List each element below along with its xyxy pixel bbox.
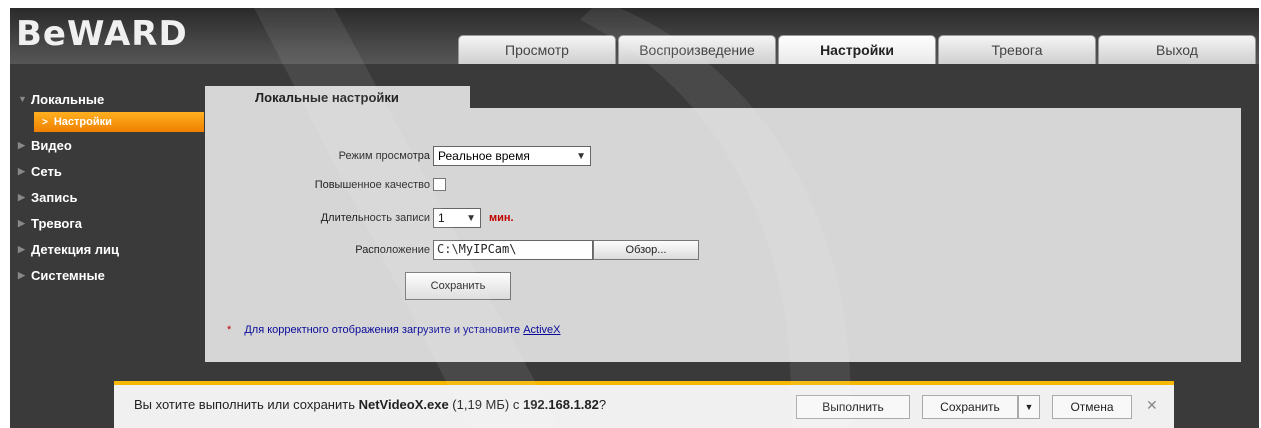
chevron-right-icon: >: [42, 116, 48, 128]
sidebar-subitem-settings[interactable]: > Настройки: [34, 112, 204, 132]
record-duration-label: Длительность записи: [320, 212, 430, 224]
record-duration-row: Длительность записи 1 ▼ мин.: [205, 208, 514, 228]
sidebar-item-face-detection[interactable]: ▶ Детекция лиц: [10, 236, 205, 262]
download-filename: NetVideoX.exe: [358, 397, 449, 412]
sidebar-subitem-label: Настройки: [53, 116, 112, 128]
location-row: Расположение C:\MyIPCam\ Обзор...: [205, 240, 699, 260]
location-input[interactable]: C:\MyIPCam\: [433, 240, 593, 260]
tab-settings[interactable]: Настройки: [778, 35, 936, 64]
view-mode-row: Режим просмотра Реальное время ▼: [205, 146, 591, 166]
view-mode-select[interactable]: Реальное время ▼: [433, 146, 591, 166]
high-quality-label: Повышенное качество: [314, 178, 430, 191]
tab-alarm[interactable]: Тревога: [938, 35, 1096, 64]
header: BeWARD Просмотр Воспроизведение Настройк…: [10, 8, 1259, 64]
note-star: *: [227, 324, 232, 336]
tab-playback[interactable]: Воспроизведение: [618, 35, 776, 64]
high-quality-checkbox[interactable]: [433, 178, 446, 191]
record-duration-value: 1: [438, 211, 445, 225]
beward-logo: BeWARD: [16, 14, 188, 54]
sidebar-item-alarm[interactable]: ▶ Тревога: [10, 210, 205, 236]
sidebar-item-system[interactable]: ▶ Системные: [10, 262, 205, 288]
high-quality-row: Повышенное качество: [205, 178, 446, 191]
cancel-button[interactable]: Отмена: [1052, 395, 1132, 419]
triangle-right-icon: ▶: [18, 217, 25, 228]
location-label: Расположение: [355, 244, 430, 256]
tab-view[interactable]: Просмотр: [458, 35, 616, 64]
view-mode-value: Реальное время: [438, 149, 530, 163]
record-duration-select[interactable]: 1 ▼: [433, 208, 481, 228]
download-message-suffix: ?: [598, 397, 607, 412]
download-save-button[interactable]: Сохранить: [922, 395, 1018, 419]
activex-note: * Для корректного отображения загрузите …: [227, 324, 561, 336]
download-message: Вы хотите выполнить или сохранить NetVid…: [134, 397, 606, 412]
sidebar-item-label: Сеть: [31, 163, 62, 179]
sidebar-item-label: Локальные: [31, 91, 105, 107]
save-button[interactable]: Сохранить: [405, 272, 511, 300]
triangle-right-icon: ▶: [18, 139, 25, 150]
content-tab-local-settings[interactable]: Локальные настройки: [205, 86, 470, 108]
note-text: Для корректного отображения загрузите и …: [244, 324, 524, 336]
browse-button[interactable]: Обзор...: [593, 240, 699, 260]
sidebar: ▼ Локальные > Настройки ▶ Видео ▶ Сеть ▶…: [10, 64, 205, 428]
triangle-right-icon: ▶: [18, 243, 25, 254]
download-notification-bar: Вы хотите выполнить или сохранить NetVid…: [114, 381, 1174, 428]
sidebar-item-network[interactable]: ▶ Сеть: [10, 158, 205, 184]
download-host: 192.168.1.82: [522, 397, 599, 412]
download-size: (1,19 МБ) с: [448, 397, 523, 412]
sidebar-item-label: Видео: [31, 137, 72, 153]
save-options-dropdown[interactable]: ▼: [1018, 395, 1040, 419]
record-duration-unit: мин.: [489, 212, 514, 224]
sidebar-item-label: Детекция лиц: [31, 241, 120, 257]
triangle-right-icon: ▶: [18, 165, 25, 176]
triangle-down-icon: ▼: [18, 94, 27, 104]
chevron-down-icon: ▼: [576, 150, 586, 162]
tab-exit[interactable]: Выход: [1098, 35, 1256, 64]
sidebar-item-label: Системные: [31, 267, 105, 283]
sidebar-item-record[interactable]: ▶ Запись: [10, 184, 205, 210]
sidebar-item-local[interactable]: ▼ Локальные: [10, 86, 205, 112]
triangle-down-icon: ▼: [1024, 402, 1034, 412]
main-tabs: Просмотр Воспроизведение Настройки Трево…: [458, 35, 1258, 64]
download-message-prefix: Вы хотите выполнить или сохранить: [134, 397, 359, 412]
activex-link[interactable]: ActiveX: [523, 324, 560, 336]
settings-panel: Режим просмотра Реальное время ▼ Повышен…: [205, 108, 1241, 362]
triangle-right-icon: ▶: [18, 191, 25, 202]
triangle-right-icon: ▶: [18, 269, 25, 280]
app-window: BeWARD Просмотр Воспроизведение Настройк…: [10, 8, 1259, 428]
chevron-down-icon: ▼: [466, 212, 476, 224]
view-mode-label: Режим просмотра: [338, 150, 430, 162]
sidebar-item-label: Запись: [31, 189, 78, 205]
close-icon[interactable]: ✕: [1146, 397, 1158, 414]
sidebar-item-label: Тревога: [31, 215, 83, 231]
run-button[interactable]: Выполнить: [796, 395, 910, 419]
sidebar-item-video[interactable]: ▶ Видео: [10, 132, 205, 158]
